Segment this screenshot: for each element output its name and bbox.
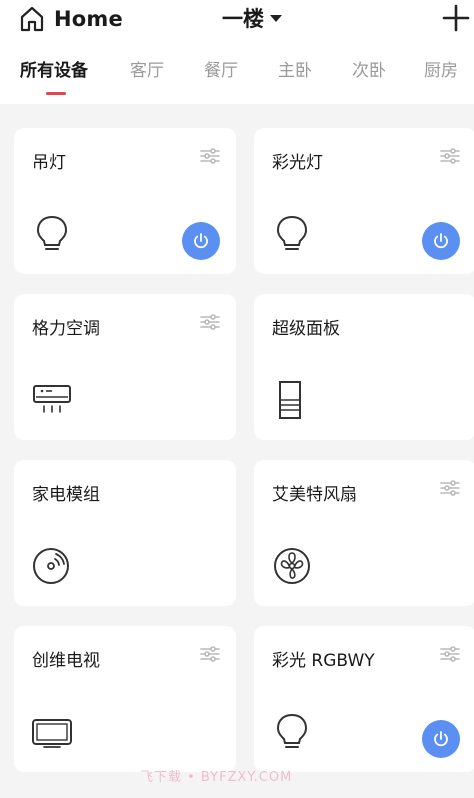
settings-icon[interactable] [200, 146, 220, 166]
caret-down-icon [270, 14, 282, 22]
home-label: Home [54, 7, 123, 31]
device-name: 家电模组 [32, 485, 100, 505]
tab-all-devices[interactable]: 所有设备 [20, 56, 88, 81]
app-header: Home 一楼 所有设备 客厅 餐厅 主卧 次卧 厨房 [0, 0, 474, 104]
device-name: 彩光灯 [272, 153, 323, 173]
device-name: 彩光 RGBWY [272, 651, 375, 671]
bulb-icon [276, 215, 308, 250]
appliance-module-icon [33, 548, 69, 584]
add-icon[interactable] [442, 4, 470, 32]
tab-kitchen[interactable]: 厨房 [424, 56, 458, 81]
home-selector[interactable]: Home [20, 4, 123, 34]
settings-icon[interactable] [200, 644, 220, 664]
home-icon [20, 6, 44, 32]
watermark: 飞下载 • BYFZXY.COM [140, 770, 293, 785]
panel-icon [279, 381, 301, 419]
settings-icon[interactable] [200, 312, 220, 332]
tab-second-bedroom[interactable]: 次卧 [352, 56, 386, 81]
bulb-icon [276, 713, 308, 748]
device-card-rgbwy-light[interactable]: 彩光 RGBWY [254, 626, 474, 772]
device-name: 艾美特风扇 [272, 485, 357, 505]
fan-icon [274, 548, 310, 584]
tab-master-bedroom[interactable]: 主卧 [278, 56, 312, 81]
device-name: 吊灯 [32, 153, 66, 173]
floor-label: 一楼 [222, 7, 264, 31]
power-icon [434, 731, 448, 747]
air-conditioner-icon [33, 385, 71, 413]
power-button[interactable] [422, 720, 460, 758]
device-card-appliance-module[interactable]: 家电模组 [14, 460, 236, 606]
settings-icon[interactable] [440, 478, 460, 498]
power-icon [434, 233, 448, 249]
floor-selector[interactable]: 一楼 [222, 4, 282, 32]
tv-icon [32, 719, 72, 748]
device-name: 格力空调 [32, 319, 100, 339]
device-card-pendant-light[interactable]: 吊灯 [14, 128, 236, 274]
room-tabs: 所有设备 客厅 餐厅 主卧 次卧 厨房 [0, 56, 474, 90]
device-card-color-light[interactable]: 彩光灯 [254, 128, 474, 274]
tab-living-room[interactable]: 客厅 [130, 56, 164, 81]
device-name: 超级面板 [272, 319, 340, 339]
device-card-super-panel[interactable]: 超级面板 [254, 294, 474, 440]
settings-icon[interactable] [440, 146, 460, 166]
device-card-tv[interactable]: 创维电视 [14, 626, 236, 772]
active-tab-indicator [46, 92, 66, 95]
device-card-air-conditioner[interactable]: 格力空调 [14, 294, 236, 440]
tab-dining-room[interactable]: 餐厅 [204, 56, 238, 81]
power-button[interactable] [182, 222, 220, 260]
device-card-fan[interactable]: 艾美特风扇 [254, 460, 474, 606]
device-name: 创维电视 [32, 651, 100, 671]
settings-icon[interactable] [440, 644, 460, 664]
power-button[interactable] [422, 222, 460, 260]
power-icon [194, 233, 208, 249]
bulb-icon [36, 215, 68, 250]
